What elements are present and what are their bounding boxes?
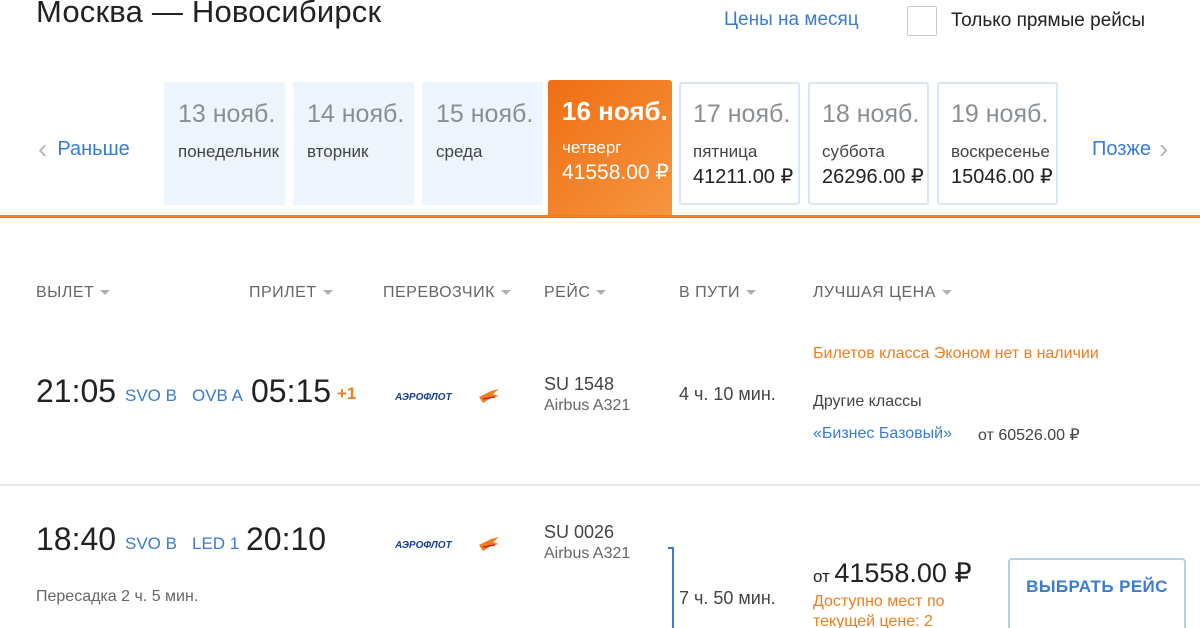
aircraft-type: Airbus A321 <box>544 397 631 414</box>
date-tab-date: 15 нояб. <box>436 100 534 128</box>
route-title: Москва — Новосибирск <box>36 0 382 29</box>
date-tab-date: 13 нояб. <box>178 100 276 128</box>
later-dates-button[interactable]: Позже › <box>1092 135 1168 163</box>
flight-number: SU 0026 <box>544 522 615 542</box>
sort-caret-icon <box>322 290 333 296</box>
sort-caret-icon <box>500 290 511 296</box>
date-tab-date: 18 нояб. <box>822 100 920 128</box>
next-day-badge: +1 <box>337 384 357 403</box>
date-tab-16-selected[interactable]: 16 нояб. четверг 41558.00 ₽ <box>548 80 672 217</box>
direct-only-filter[interactable]: Только прямые рейсы <box>907 6 1145 36</box>
column-header-best-price[interactable]: ЛУЧШАЯ ЦЕНА <box>813 284 952 302</box>
aircraft-type: Airbus A321 <box>544 545 631 562</box>
later-label: Позже <box>1092 137 1151 160</box>
date-tab-15[interactable]: 15 нояб. среда <box>422 82 543 205</box>
arrival-time: 20:10 <box>246 521 327 557</box>
arrival-time: 05:15 <box>251 373 332 409</box>
column-header-arrival[interactable]: ПРИЛЕТ <box>249 284 333 302</box>
direct-only-checkbox[interactable] <box>907 6 937 36</box>
column-header-departure[interactable]: ВЫЛЕТ <box>36 284 111 302</box>
date-tab-weekday: четверг <box>562 138 622 157</box>
other-classes-label: Другие классы <box>813 393 922 410</box>
date-tab-18[interactable]: 18 нояб. суббота 26296.00 ₽ <box>808 82 929 205</box>
flight-price: от 41558.00 ₽ <box>813 558 972 589</box>
date-tab-weekday: воскресенье <box>951 142 1050 161</box>
aeroflot-logo: АЭРОФЛОТ <box>395 389 499 403</box>
date-tab-price: 41558.00 ₽ <box>562 161 669 184</box>
earlier-label: Раньше <box>57 137 130 160</box>
aeroflot-logo: АЭРОФЛОТ <box>395 537 499 551</box>
departure-airport[interactable]: SVO B <box>125 534 177 554</box>
economy-unavailable-note: Билетов класса Эконом нет в наличии <box>813 345 1099 362</box>
sort-caret-icon <box>941 290 952 296</box>
price-value: 41558.00 ₽ <box>834 558 972 588</box>
month-prices-link[interactable]: Цены на месяц <box>724 9 859 31</box>
sort-caret-icon <box>596 290 607 296</box>
sort-caret-icon <box>100 290 111 296</box>
date-tab-13[interactable]: 13 нояб. понедельник <box>164 82 285 205</box>
date-tab-date: 19 нояб. <box>951 100 1049 128</box>
date-tab-weekday: понедельник <box>178 142 280 161</box>
connection-bracket <box>668 547 674 628</box>
column-header-flight[interactable]: РЕЙС <box>544 284 607 302</box>
date-tab-date: 14 нояб. <box>307 100 405 128</box>
chevron-left-icon: ‹ <box>38 133 48 164</box>
earlier-dates-button[interactable]: ‹ Раньше <box>38 135 130 163</box>
chevron-right-icon: › <box>1158 133 1169 164</box>
departure-time: 18:40 <box>36 521 117 557</box>
arrival-airport[interactable]: OVB A <box>192 386 243 406</box>
business-class-link[interactable]: «Бизнес Базовый» <box>813 425 952 443</box>
flight-duration: 4 ч. 10 мин. <box>679 384 776 404</box>
column-header-duration[interactable]: В ПУТИ <box>679 284 757 302</box>
select-flight-button[interactable]: ВЫБРАТЬ РЕЙС <box>1008 558 1186 628</box>
flight-number: SU 1548 <box>544 374 615 394</box>
business-class-price: от 60526.00 ₽ <box>978 427 1080 444</box>
calendar-divider <box>0 215 1200 218</box>
date-tab-price: 15046.00 ₽ <box>951 166 1053 188</box>
date-tab-price: 41211.00 ₽ <box>693 166 794 188</box>
svg-text:АЭРОФЛОТ: АЭРОФЛОТ <box>395 392 453 403</box>
date-tab-date: 17 нояб. <box>693 100 791 128</box>
date-tab-weekday: суббота <box>822 142 885 161</box>
date-tab-weekday: пятница <box>693 142 758 161</box>
direct-only-label[interactable]: Только прямые рейсы <box>951 10 1145 32</box>
date-tab-weekday: среда <box>436 142 483 161</box>
column-header-carrier[interactable]: ПЕРЕВОЗЧИК <box>383 284 511 302</box>
date-tab-19[interactable]: 19 нояб. воскресенье 15046.00 ₽ <box>937 82 1058 205</box>
date-tab-date: 16 нояб. <box>562 96 668 126</box>
arrival-airport[interactable]: LED 1 <box>192 534 239 554</box>
price-prefix: от <box>813 567 830 586</box>
transfer-info: Пересадка 2 ч. 5 мин. <box>36 588 199 605</box>
departure-airport[interactable]: SVO B <box>125 386 177 406</box>
svg-text:АЭРОФЛОТ: АЭРОФЛОТ <box>395 540 453 551</box>
date-tab-14[interactable]: 14 нояб. вторник <box>293 82 414 205</box>
departure-time: 21:05 <box>36 373 117 409</box>
date-tab-17[interactable]: 17 нояб. пятница 41211.00 ₽ <box>679 82 800 205</box>
date-tab-weekday: вторник <box>307 142 369 161</box>
row-divider <box>0 484 1200 486</box>
seats-available-note: Доступно мест по текущей цене: 2 <box>813 593 945 628</box>
sort-caret-icon <box>746 290 757 296</box>
date-tab-price: 26296.00 ₽ <box>822 166 924 188</box>
flight-duration: 7 ч. 50 мин. <box>679 588 776 608</box>
